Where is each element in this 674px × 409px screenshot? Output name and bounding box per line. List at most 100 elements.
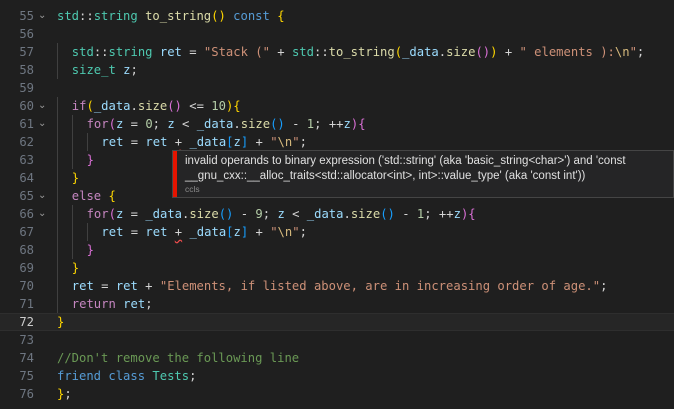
code-token: ; <box>130 63 138 77</box>
code-token: ; <box>152 117 168 131</box>
code-token: } <box>57 315 65 329</box>
code-token: <= <box>181 99 212 113</box>
code-line[interactable]: 66 ⌄ for(z = _data.size() - 9; z < _data.s… <box>0 205 674 223</box>
line-number: 68 <box>19 243 34 257</box>
code-token: [ <box>226 135 234 149</box>
code-token: + <box>497 45 520 59</box>
code-text: else { <box>72 187 116 205</box>
code-token: z <box>277 207 285 221</box>
code-line[interactable]: 70 ret = ret + "Elements, if listed above… <box>0 277 674 295</box>
code-text: }; <box>57 385 72 403</box>
code-line[interactable]: 67 ret = ret + _data[z] + "\n"; <box>0 223 674 241</box>
code-token: for <box>86 207 109 221</box>
line-number: 76 <box>19 387 34 401</box>
code-token: return <box>71 297 116 311</box>
code-token: ret <box>71 279 94 293</box>
line-number: 65 <box>19 189 34 203</box>
code-token: const <box>233 9 270 23</box>
code-token: { <box>108 189 116 203</box>
code-token: \n <box>277 225 293 239</box>
code-line[interactable]: 76}; <box>0 385 674 403</box>
code-token: ; ++ <box>314 117 344 131</box>
code-token: ; <box>299 225 307 239</box>
indent-guide <box>57 151 58 169</box>
code-line[interactable]: 58 size_t z; <box>0 61 674 79</box>
fold-chevron-icon[interactable]: ⌄ <box>38 187 48 205</box>
code-text: ret = ret + _data[z] + "\n"; <box>101 223 307 241</box>
line-number: 72 <box>19 315 34 329</box>
code-text: for(z = 0; z < _data.size() - 1; ++z){ <box>87 115 366 133</box>
code-text: ret = ret + _data[z] + "\n"; <box>101 133 307 151</box>
code-token: . <box>130 99 138 113</box>
code-token: std <box>57 9 80 23</box>
code-token: class <box>108 369 146 383</box>
code-token: size <box>189 207 219 221</box>
code-token: " elements ): <box>519 45 615 59</box>
fold-chevron-icon[interactable]: ⌄ <box>38 205 48 223</box>
indent-guide <box>57 187 58 205</box>
code-token: _data <box>402 45 439 59</box>
code-token: ; <box>600 279 608 293</box>
fold-chevron-icon[interactable]: ⌄ <box>38 115 48 133</box>
line-number: 58 <box>19 63 34 77</box>
indent-guide <box>71 223 73 241</box>
code-token: ret <box>101 225 124 239</box>
code-line[interactable]: 73 <box>0 331 674 349</box>
fold-chevron-icon[interactable]: ⌄ <box>38 97 48 115</box>
line-number: 64 <box>19 171 34 185</box>
code-token: ret <box>101 135 124 149</box>
code-line[interactable]: 68} <box>0 241 674 259</box>
indent-guide <box>57 61 58 79</box>
code-line[interactable]: 59 <box>0 79 674 97</box>
code-line[interactable]: 57 std::string ret = "Stack (" + std::to_… <box>0 43 674 61</box>
code-text: if(_data.size() <= 10){ <box>72 97 241 115</box>
code-token: + <box>137 279 160 293</box>
code-line[interactable]: 72} <box>0 313 674 331</box>
code-editor[interactable]: 55 ⌄ std::string to_string() const {56 57st… <box>0 0 674 409</box>
code-token: - <box>284 117 307 131</box>
code-token: () <box>211 9 226 23</box>
code-token: ( <box>86 99 94 113</box>
code-token: . <box>233 117 241 131</box>
code-token: z <box>167 117 175 131</box>
indent-guide <box>57 43 58 61</box>
code-token: ret <box>145 225 168 239</box>
code-token: z <box>343 117 351 131</box>
code-token: = <box>181 45 204 59</box>
indent-guide <box>86 223 88 241</box>
code-token: ; <box>636 45 645 59</box>
code-token: + <box>269 45 292 59</box>
code-line[interactable]: 55 ⌄ std::string to_string() const { <box>0 7 674 25</box>
code-token: :: <box>79 9 94 23</box>
fold-chevron-icon[interactable]: ⌄ <box>38 7 48 25</box>
code-token: = <box>93 279 116 293</box>
code-token: size <box>240 117 271 131</box>
code-line[interactable]: 60 ⌄ if(_data.size() <= 10){ <box>0 97 674 115</box>
code-token: " <box>270 225 278 239</box>
code-line[interactable]: 74 //Don't remove the following line <box>0 349 674 367</box>
code-token: "Stack (" <box>203 45 270 59</box>
code-token: _data <box>306 207 344 221</box>
code-token: { <box>358 117 366 131</box>
error-severity-bar <box>173 151 177 197</box>
code-token: friend <box>57 369 102 383</box>
code-text: } <box>87 241 94 259</box>
line-number: 62 <box>19 135 34 149</box>
code-line[interactable]: 69} <box>0 259 674 277</box>
code-line[interactable]: 56 <box>0 25 674 43</box>
code-token: ( <box>394 45 403 59</box>
code-token: " <box>629 45 637 59</box>
code-token: [ <box>226 225 234 239</box>
code-line[interactable]: 71 return ret; <box>0 295 674 313</box>
code-token: ; <box>64 387 72 401</box>
code-token: _data <box>196 117 234 131</box>
code-line[interactable]: 62 ret = ret + _data[z] + "\n"; <box>0 133 674 151</box>
code-token: z <box>453 207 461 221</box>
code-line[interactable]: 61 ⌄ for(z = 0; z < _data.size() - 1; ++z)… <box>0 115 674 133</box>
code-token: _data <box>145 207 182 221</box>
error-message: invalid operands to binary expression ('… <box>185 155 626 182</box>
line-number: 59 <box>19 81 34 95</box>
code-text: return ret; <box>72 295 153 313</box>
code-line[interactable]: 75 friend class Tests; <box>0 367 674 385</box>
